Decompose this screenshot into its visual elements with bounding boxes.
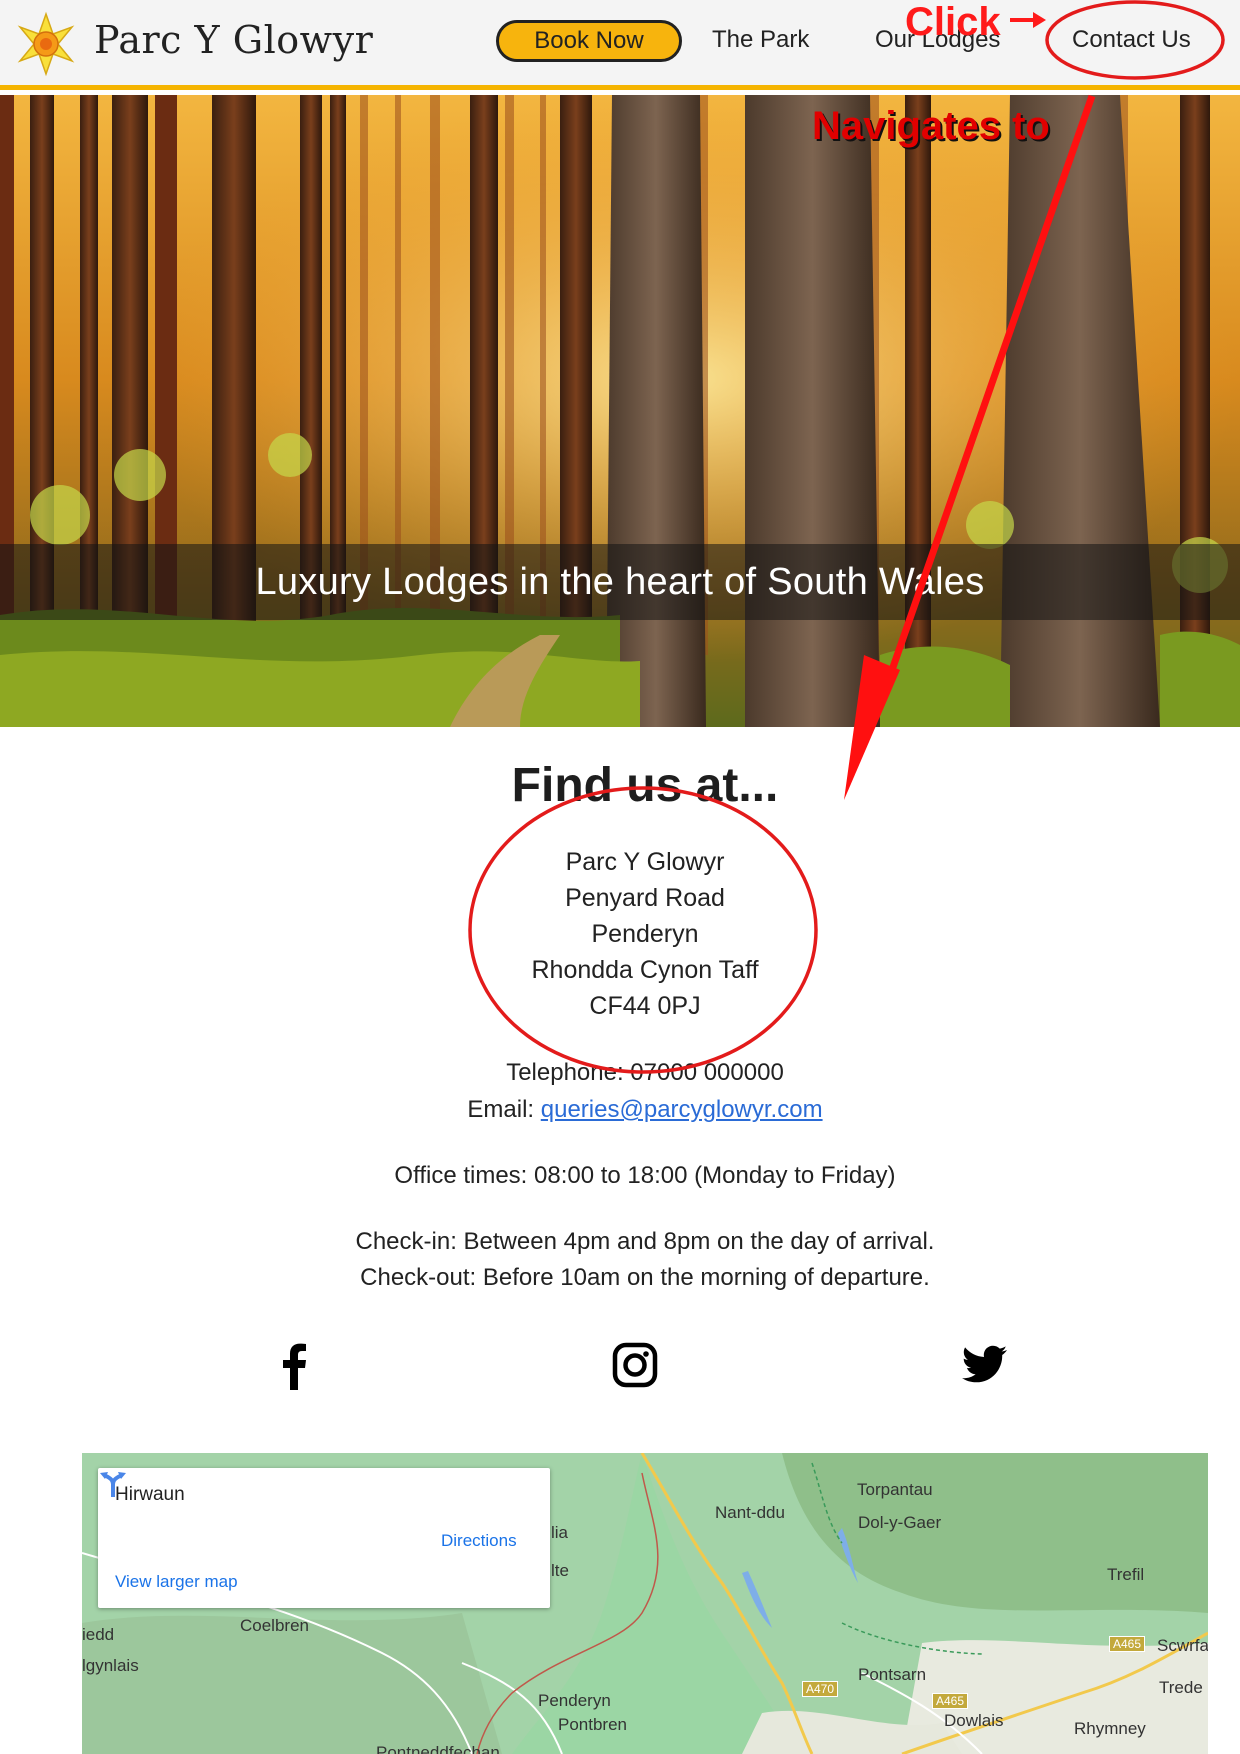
road-badge: A465	[1109, 1636, 1146, 1652]
map-label: Nant-ddu	[715, 1503, 785, 1522]
checkout-text: Check-out: Before 10am on the morning of…	[360, 1264, 930, 1291]
map-label: Dowlais	[944, 1711, 1004, 1730]
nav-link-contact-us[interactable]: Contact Us	[1072, 26, 1191, 54]
map-label: iedd	[82, 1625, 115, 1644]
road-badge: A470	[802, 1681, 839, 1697]
address-line: Parc Y Glowyr	[565, 848, 725, 876]
map-label: Penderyn	[538, 1691, 611, 1710]
map-label: Trefil	[1107, 1565, 1145, 1584]
map-label: Rhymney	[1074, 1719, 1146, 1738]
office-times-text: Office times: 08:00 to 18:00 (Monday to …	[394, 1162, 896, 1189]
map-label: lgynlais	[82, 1656, 139, 1675]
email-label: Email:	[467, 1096, 535, 1123]
email-link[interactable]: queries@parcyglowyr.com	[541, 1096, 823, 1123]
map-label: Torpantau	[857, 1480, 933, 1499]
hero-banner: Luxury Lodges in the heart of South Wale…	[0, 95, 1240, 727]
find-us-heading: Find us at...	[511, 759, 779, 812]
annotation-click-label: Click	[905, 0, 1001, 44]
instagram-icon[interactable]	[610, 1340, 660, 1390]
map-label: lte	[551, 1561, 569, 1580]
address-line: Penderyn	[591, 920, 699, 948]
telephone-text: Telephone: 07000 000000	[506, 1059, 784, 1086]
nav-link-the-park[interactable]: The Park	[712, 26, 809, 54]
map-label: Pontneddfechan	[376, 1743, 500, 1754]
checkin-text: Check-in: Between 4pm and 8pm on the day…	[355, 1228, 935, 1255]
directions-link[interactable]: Directions	[441, 1531, 517, 1551]
address-line: Rhondda Cynon Taff	[531, 956, 759, 984]
view-larger-map-link[interactable]: View larger map	[115, 1572, 238, 1592]
map-info-card: Hirwaun Directions View larger map	[98, 1468, 550, 1608]
map-label: Pontbren	[558, 1715, 627, 1734]
facebook-icon[interactable]	[270, 1340, 320, 1390]
annotation-navigates-label: Navigates to	[812, 104, 1050, 148]
directions-icon[interactable]	[98, 1468, 128, 1498]
map-label: Trede	[1159, 1678, 1203, 1697]
map-label: Scwrfa	[1157, 1636, 1208, 1655]
daffodil-logo-icon[interactable]	[12, 10, 80, 78]
address-line: Penyard Road	[565, 884, 725, 912]
book-now-button[interactable]: Book Now	[496, 20, 682, 62]
map-label: Pontsarn	[858, 1665, 927, 1684]
road-badge: A465	[932, 1693, 969, 1709]
map-label: Dol-y-Gaer	[858, 1513, 942, 1532]
forest-hero-image	[0, 95, 1240, 727]
email-row: Email: queries@parcyglowyr.com	[0, 1096, 1240, 1124]
embedded-map[interactable]: Hirwaun Directions View larger map Nant-…	[82, 1453, 1208, 1754]
top-nav: Parc Y Glowyr Book Now The Park Our Lodg…	[0, 0, 1240, 90]
brand-name[interactable]: Parc Y Glowyr	[94, 18, 373, 62]
hero-tagline: Luxury Lodges in the heart of South Wale…	[255, 560, 985, 603]
map-label: lia	[551, 1523, 569, 1542]
address-line: CF44 0PJ	[589, 992, 701, 1020]
hero-caption-band: Luxury Lodges in the heart of South Wale…	[0, 544, 1240, 620]
twitter-icon[interactable]	[960, 1340, 1010, 1390]
map-label: Coelbren	[240, 1616, 309, 1635]
